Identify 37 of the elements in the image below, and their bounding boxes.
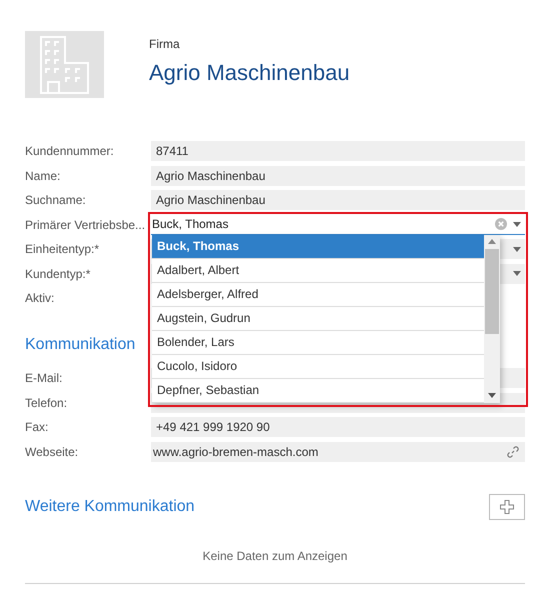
- scrollbar[interactable]: [484, 234, 500, 402]
- field-label: E-Mail:: [25, 370, 64, 387]
- dropdown-option[interactable]: Buck, Thomas: [152, 234, 484, 258]
- input-field[interactable]: Agrio Maschinenbau: [151, 166, 525, 186]
- section-heading: Weitere Kommunikation: [25, 496, 195, 516]
- field-label: Suchname:: [25, 192, 87, 209]
- empty-message: Keine Daten zum Anzeigen: [202, 548, 348, 564]
- field-label: Kundennummer:: [25, 143, 115, 160]
- field-label: Webseite:: [25, 444, 80, 460]
- plus-icon: [500, 500, 514, 514]
- dropdown-option[interactable]: Depfner, Sebastian: [152, 378, 484, 402]
- building-icon: [25, 31, 104, 98]
- scroll-thumb[interactable]: [485, 248, 499, 334]
- link-icon[interactable]: [507, 446, 519, 458]
- field-label: Kundentyp:*: [25, 266, 92, 282]
- record-type-label: Firma: [149, 37, 181, 51]
- input-field[interactable]: www.agrio-bremen-masch.com: [151, 442, 525, 462]
- input-field[interactable]: Agrio Maschinenbau: [151, 190, 525, 210]
- dropdown-option[interactable]: Augstein, Gudrun: [152, 306, 484, 330]
- input-field[interactable]: +49 421 999 1920 90: [151, 417, 525, 437]
- field-label: Telefon:: [25, 394, 68, 412]
- dropdown-arrow-icon[interactable]: [513, 222, 521, 226]
- dropdown-option[interactable]: Adalbert, Albert: [152, 258, 484, 282]
- company-title: Agrio Maschinenbau: [149, 60, 350, 86]
- add-button[interactable]: [489, 494, 525, 520]
- dropdown-option[interactable]: Cucolo, Isidoro: [152, 354, 484, 378]
- field-label: Aktiv:: [25, 290, 56, 307]
- input-field[interactable]: 87411: [151, 141, 525, 161]
- dropdown-option[interactable]: Adelsberger, Alfred: [152, 282, 484, 306]
- field-label: Primärer Vertriebsbe...: [25, 216, 146, 234]
- dropdown-arrow-icon: [513, 271, 521, 276]
- field-label: Name:: [25, 168, 62, 184]
- field-label: Fax:: [25, 419, 50, 436]
- field-label: Einheitentyp:*: [25, 241, 100, 258]
- dropdown-option[interactable]: Bolender, Lars: [152, 330, 484, 354]
- section-heading: Kommunikation: [25, 335, 136, 355]
- dropdown-arrow-icon: [513, 246, 521, 252]
